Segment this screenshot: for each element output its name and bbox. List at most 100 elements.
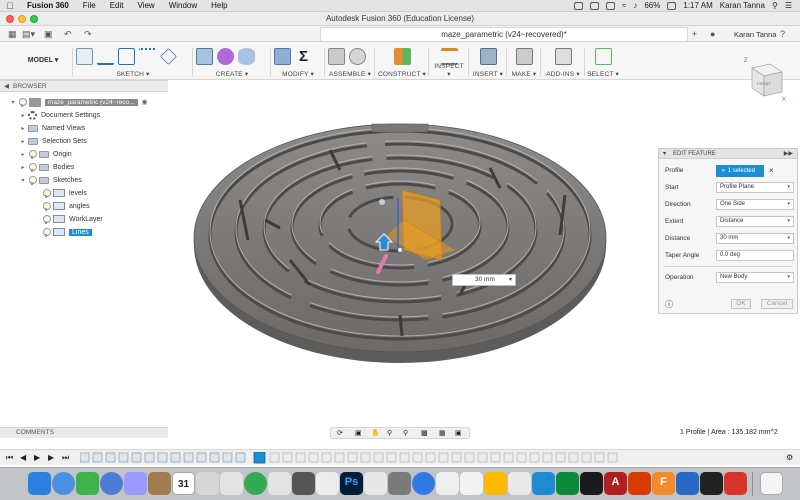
photos-icon[interactable] — [196, 472, 219, 495]
expand-dialog-icon[interactable]: ▶▶ — [784, 149, 793, 159]
battery-percent[interactable]: 66% — [644, 1, 660, 10]
redo-icon[interactable]: ↷ — [84, 29, 92, 40]
wifi-icon[interactable]: ≈ — [622, 1, 626, 10]
viewports-icon[interactable]: ▣ — [455, 429, 462, 437]
form-icon[interactable] — [217, 47, 234, 65]
create-sketch-icon[interactable] — [76, 47, 93, 65]
tree-item-sketches[interactable]: ▾ Sketches — [18, 174, 82, 186]
menu-edit[interactable]: Edit — [103, 0, 131, 12]
finder-icon[interactable] — [28, 472, 51, 495]
tree-item-sketch-lines[interactable]: Lines — [42, 226, 92, 238]
info-icon[interactable]: ⓘ — [665, 299, 673, 310]
visibility-bulb-icon[interactable] — [42, 227, 51, 237]
vscode-icon[interactable] — [676, 472, 699, 495]
menubar-user[interactable]: Karan Tanna — [720, 1, 765, 10]
joint-icon[interactable] — [349, 47, 366, 65]
visibility-bulb-icon[interactable] — [42, 188, 51, 198]
menu-view[interactable]: View — [130, 0, 161, 12]
collapse-icon[interactable]: ▾ — [663, 149, 666, 159]
terminal-icon[interactable] — [700, 472, 723, 495]
acrobat-icon[interactable]: A — [604, 472, 627, 495]
trash-icon[interactable] — [760, 472, 783, 495]
undo-icon[interactable]: ↶ — [64, 29, 72, 40]
inspect-menu[interactable]: INSPECT ▾ — [432, 63, 466, 78]
orbit-icon[interactable]: ⟳ — [337, 429, 343, 437]
system-prefs-icon[interactable] — [388, 472, 411, 495]
app-menu[interactable]: Fusion 360 — [20, 0, 76, 12]
search-icon[interactable]: ⚲ — [772, 1, 778, 10]
tree-item-sketch-angles[interactable]: angles — [42, 200, 90, 212]
expand-toggle-icon[interactable]: ▾ — [8, 99, 18, 106]
calendar-icon[interactable]: 31 — [172, 472, 195, 495]
battery-icon[interactable] — [667, 1, 677, 10]
terminal-app-icon[interactable] — [292, 472, 315, 495]
grid-icon[interactable]: ▦ — [439, 429, 446, 437]
cylinder-icon[interactable] — [238, 47, 255, 65]
menubar-status-icon[interactable] — [589, 1, 599, 10]
browser-header[interactable]: ◀ BROWSER — [0, 80, 168, 92]
assemble-menu[interactable]: ASSEMBLE ▾ — [328, 70, 372, 78]
comments-panel[interactable]: COMMENTS — [0, 427, 168, 438]
menubar-status-icon[interactable] — [605, 1, 615, 10]
insert-image-icon[interactable] — [479, 47, 497, 65]
cancel-button[interactable]: Cancel — [761, 299, 793, 309]
messages-icon[interactable] — [76, 472, 99, 495]
itunes-icon[interactable] — [460, 472, 483, 495]
timeline-first-icon[interactable]: ⏮ — [6, 453, 13, 463]
rectangle-icon[interactable] — [118, 47, 135, 65]
new-tab-icon[interactable]: + — [692, 29, 697, 39]
textedit-icon[interactable] — [316, 472, 339, 495]
distance-field[interactable]: 30 mm ▾ — [716, 233, 794, 244]
job-status-icon[interactable]: ● — [710, 29, 715, 39]
operation-select[interactable]: New Body ▾ — [716, 272, 794, 283]
insert-menu[interactable]: INSERT ▾ — [472, 70, 504, 78]
tree-root[interactable]: ▾ maze_parametric (v24~reco... ◉ — [8, 96, 148, 108]
taper-field[interactable]: 0.0 deg — [716, 250, 794, 261]
select-icon[interactable] — [594, 47, 612, 65]
new-component-icon[interactable] — [328, 47, 345, 65]
visibility-bulb-icon[interactable] — [42, 214, 51, 224]
menu-list-icon[interactable]: ☰ — [785, 1, 792, 10]
modify-menu[interactable]: MODIFY ▾ — [274, 70, 322, 78]
canvas-viewport[interactable] — [170, 110, 640, 380]
chrome-icon[interactable] — [244, 472, 267, 495]
notes-icon[interactable] — [148, 472, 171, 495]
xcode-icon[interactable] — [556, 472, 579, 495]
construct-menu[interactable]: CONSTRUCT ▾ — [378, 70, 426, 78]
tree-item-sketch-levels[interactable]: levels — [42, 187, 87, 199]
select-menu[interactable]: SELECT ▾ — [586, 70, 620, 78]
clear-selection-icon[interactable]: × — [769, 166, 774, 175]
contacts-icon[interactable] — [220, 472, 243, 495]
tree-item-origin[interactable]: ▸ Origin — [18, 148, 72, 160]
viewcube[interactable]: FRONT Z X — [738, 54, 788, 104]
stocks-icon[interactable] — [580, 472, 603, 495]
timeline-last-icon[interactable]: ⏭ — [62, 453, 69, 463]
extrude-icon[interactable] — [196, 47, 213, 65]
timeline-next-icon[interactable]: ▶ — [48, 453, 54, 462]
profile-selection-chip[interactable]: ➢ 1 selected — [716, 164, 764, 177]
photoshop-icon[interactable]: Ps — [340, 472, 363, 495]
expand-toggle-icon[interactable]: ▸ — [18, 112, 28, 119]
offset-plane-icon[interactable] — [393, 47, 411, 65]
data-panel-icon[interactable]: ▦ — [8, 29, 17, 40]
viewcube-front-face[interactable]: FRONT — [757, 81, 771, 86]
scripts-icon[interactable] — [554, 47, 572, 65]
preview-icon[interactable] — [268, 472, 291, 495]
3d-print-icon[interactable] — [515, 47, 533, 65]
measure-icon[interactable] — [440, 47, 458, 65]
app-store-icon[interactable] — [100, 472, 123, 495]
tree-item-selection-sets[interactable]: ▸ Selection Sets — [18, 135, 87, 147]
pdf-reader-icon[interactable] — [724, 472, 747, 495]
tree-item-named-views[interactable]: ▸ Named Views — [18, 122, 85, 134]
volume-icon[interactable]: ♪ — [633, 1, 637, 10]
safari-icon[interactable] — [52, 472, 75, 495]
expand-toggle-icon[interactable]: ▾ — [18, 177, 28, 184]
expand-toggle-icon[interactable]: ▸ — [18, 138, 28, 145]
file-menu-icon[interactable]: ▤▾ — [22, 29, 35, 40]
spline-icon[interactable] — [139, 47, 156, 65]
visibility-bulb-icon[interactable] — [28, 162, 37, 172]
look-at-icon[interactable]: ▣ — [355, 429, 362, 437]
display-settings-icon[interactable]: ▩ — [421, 429, 428, 437]
expand-toggle-icon[interactable]: ▸ — [18, 164, 28, 171]
save-icon[interactable]: ▣ — [44, 29, 53, 40]
